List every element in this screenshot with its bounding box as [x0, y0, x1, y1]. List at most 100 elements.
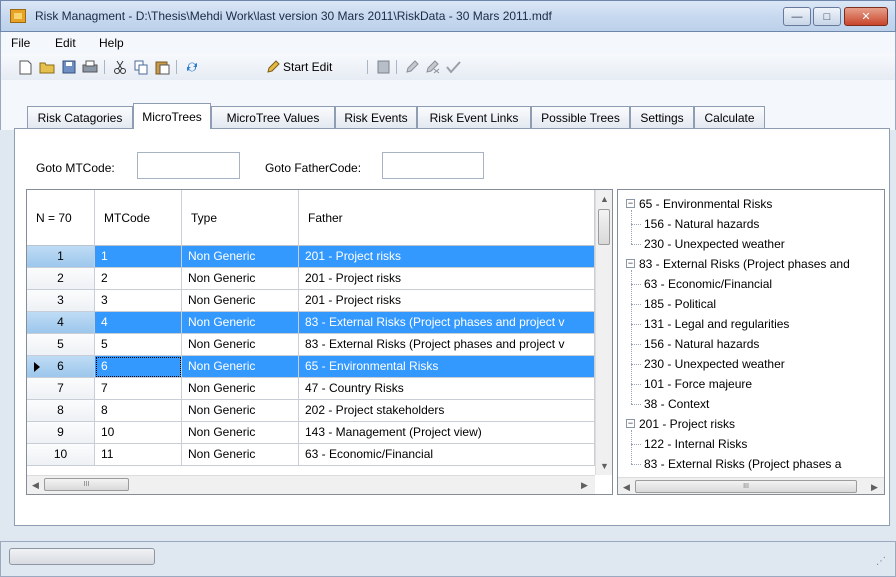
table-row[interactable]: 6 6 Non Generic 65 - Environmental Risks	[27, 356, 595, 378]
cell-father[interactable]: 83 - External Risks (Project phases and …	[299, 312, 595, 334]
tab-risk-catagories[interactable]: Risk Catagories	[27, 106, 133, 128]
cell-type[interactable]: Non Generic	[182, 356, 299, 378]
row-number[interactable]: 5	[27, 334, 95, 356]
check-icon[interactable]	[445, 59, 461, 75]
cell-father[interactable]: 143 - Management (Project view)	[299, 422, 595, 444]
start-edit-button[interactable]: Start Edit	[283, 60, 332, 74]
table-row[interactable]: 3 3 Non Generic 201 - Project risks	[27, 290, 595, 312]
grid-icon[interactable]	[375, 59, 391, 75]
tab-microtrees[interactable]: MicroTrees	[133, 103, 211, 129]
tab-risk-events[interactable]: Risk Events	[335, 106, 417, 128]
row-number[interactable]: 10	[27, 444, 95, 466]
menu-edit[interactable]: Edit	[55, 36, 76, 50]
cell-father[interactable]: 63 - Economic/Financial	[299, 444, 595, 466]
cell-father[interactable]: 201 - Project risks	[299, 268, 595, 290]
close-button[interactable]: ✕	[844, 7, 888, 26]
tree-child-node[interactable]: 83 - External Risks (Project phases a	[644, 457, 841, 471]
tree-child-node[interactable]: 156 - Natural hazards	[644, 337, 759, 351]
cell-type[interactable]: Non Generic	[182, 312, 299, 334]
cell-mtcode[interactable]: 6	[95, 356, 182, 378]
cell-mtcode[interactable]: 11	[95, 444, 182, 466]
cell-type[interactable]: Non Generic	[182, 422, 299, 444]
scroll-left-icon[interactable]: ◀	[32, 480, 39, 491]
table-row[interactable]: 5 5 Non Generic 83 - External Risks (Projec…	[27, 334, 595, 356]
table-row[interactable]: 10 11 Non Generic 63 - Economic/Financial	[27, 444, 595, 466]
edit-pencil-icon[interactable]	[265, 59, 281, 75]
tree-horizontal-scrollbar[interactable]: ◀ III ▶	[618, 477, 884, 494]
tab-settings[interactable]: Settings	[630, 106, 694, 128]
edit-disabled-icon[interactable]	[404, 59, 420, 75]
cell-type[interactable]: Non Generic	[182, 290, 299, 312]
copy-icon[interactable]	[133, 59, 149, 75]
goto-mtcode-input[interactable]	[137, 152, 240, 179]
tree-child-node[interactable]: 122 - Internal Risks	[644, 437, 747, 451]
column-header-father[interactable]: Father	[299, 190, 595, 246]
row-number[interactable]: 7	[27, 378, 95, 400]
table-row[interactable]: 8 8 Non Generic 202 - Project stakeholders	[27, 400, 595, 422]
tree-node[interactable]: 83 - External Risks (Project phases and	[639, 257, 850, 271]
cell-father[interactable]: 201 - Project risks	[299, 246, 595, 268]
tree-collapse-icon[interactable]: −	[626, 259, 635, 268]
table-row[interactable]: 2 2 Non Generic 201 - Project risks	[27, 268, 595, 290]
table-row[interactable]: 1 1 Non Generic 201 - Project risks	[27, 246, 595, 268]
tab-calculate[interactable]: Calculate	[694, 106, 765, 128]
row-count-header[interactable]: N = 70	[27, 190, 95, 246]
paste-icon[interactable]	[154, 59, 170, 75]
cut-icon[interactable]	[112, 59, 128, 75]
scroll-right-icon[interactable]: ▶	[581, 480, 588, 491]
tree-child-node[interactable]: 230 - Unexpected weather	[644, 357, 785, 371]
minimize-button[interactable]: —	[783, 7, 811, 26]
row-number[interactable]: 1	[27, 246, 95, 268]
save-icon[interactable]	[61, 59, 77, 75]
row-number[interactable]: 4	[27, 312, 95, 334]
cell-father[interactable]: 47 - Country Risks	[299, 378, 595, 400]
grid-vertical-scrollbar[interactable]: ▲ ▼	[595, 190, 612, 475]
resize-grip-icon[interactable]: ⋰	[876, 556, 886, 567]
row-number[interactable]: 9	[27, 422, 95, 444]
cell-father[interactable]: 202 - Project stakeholders	[299, 400, 595, 422]
column-header-type[interactable]: Type	[182, 190, 299, 246]
print-icon[interactable]	[82, 59, 98, 75]
cell-mtcode[interactable]: 3	[95, 290, 182, 312]
tree-scroll-right-icon[interactable]: ▶	[871, 482, 878, 493]
row-number[interactable]: 8	[27, 400, 95, 422]
tree-child-node[interactable]: 230 - Unexpected weather	[644, 237, 785, 251]
grid-horizontal-scrollbar[interactable]: ◀ III ▶	[27, 475, 595, 494]
tree-child-node[interactable]: 63 - Economic/Financial	[644, 277, 772, 291]
scroll-down-icon[interactable]: ▼	[600, 461, 609, 471]
tab-possible-trees[interactable]: Possible Trees	[531, 106, 630, 128]
cell-father[interactable]: 65 - Environmental Risks	[299, 356, 595, 378]
tree-node[interactable]: 201 - Project risks	[639, 417, 735, 431]
cell-mtcode[interactable]: 5	[95, 334, 182, 356]
cell-type[interactable]: Non Generic	[182, 378, 299, 400]
goto-fathercode-input[interactable]	[382, 152, 484, 179]
cell-mtcode[interactable]: 1	[95, 246, 182, 268]
tree-child-node[interactable]: 131 - Legal and regularities	[644, 317, 789, 331]
menu-help[interactable]: Help	[99, 36, 124, 50]
tree-scroll-thumb[interactable]: III	[635, 480, 857, 493]
cell-mtcode[interactable]: 4	[95, 312, 182, 334]
tree-scroll-left-icon[interactable]: ◀	[623, 482, 630, 493]
vertical-scroll-thumb[interactable]	[598, 209, 610, 245]
tab-microtree-values[interactable]: MicroTree Values	[211, 106, 335, 128]
tree-child-node[interactable]: 38 - Context	[644, 397, 709, 411]
tree-collapse-icon[interactable]: −	[626, 199, 635, 208]
horizontal-scroll-thumb[interactable]: III	[44, 478, 129, 491]
refresh-icon[interactable]	[184, 59, 200, 75]
tree-child-node[interactable]: 185 - Political	[644, 297, 716, 311]
delete-disabled-icon[interactable]	[424, 59, 440, 75]
microtree-grid[interactable]: N = 70 MTCode Type Father 1 1 Non Generic 2…	[26, 189, 613, 495]
open-icon[interactable]	[39, 59, 55, 75]
cell-mtcode[interactable]: 7	[95, 378, 182, 400]
tree-child-node[interactable]: 156 - Natural hazards	[644, 217, 759, 231]
row-number[interactable]: 2	[27, 268, 95, 290]
tree-child-node[interactable]: 101 - Force majeure	[644, 377, 752, 391]
table-row[interactable]: 9 10 Non Generic 143 - Management (Project …	[27, 422, 595, 444]
microtree-treeview[interactable]: −65 - Environmental Risks 156 - Natural h…	[617, 189, 885, 495]
scroll-up-icon[interactable]: ▲	[600, 194, 609, 204]
cell-type[interactable]: Non Generic	[182, 400, 299, 422]
maximize-button[interactable]: □	[813, 7, 841, 26]
column-header-mtcode[interactable]: MTCode	[95, 190, 182, 246]
cell-father[interactable]: 201 - Project risks	[299, 290, 595, 312]
cell-type[interactable]: Non Generic	[182, 246, 299, 268]
